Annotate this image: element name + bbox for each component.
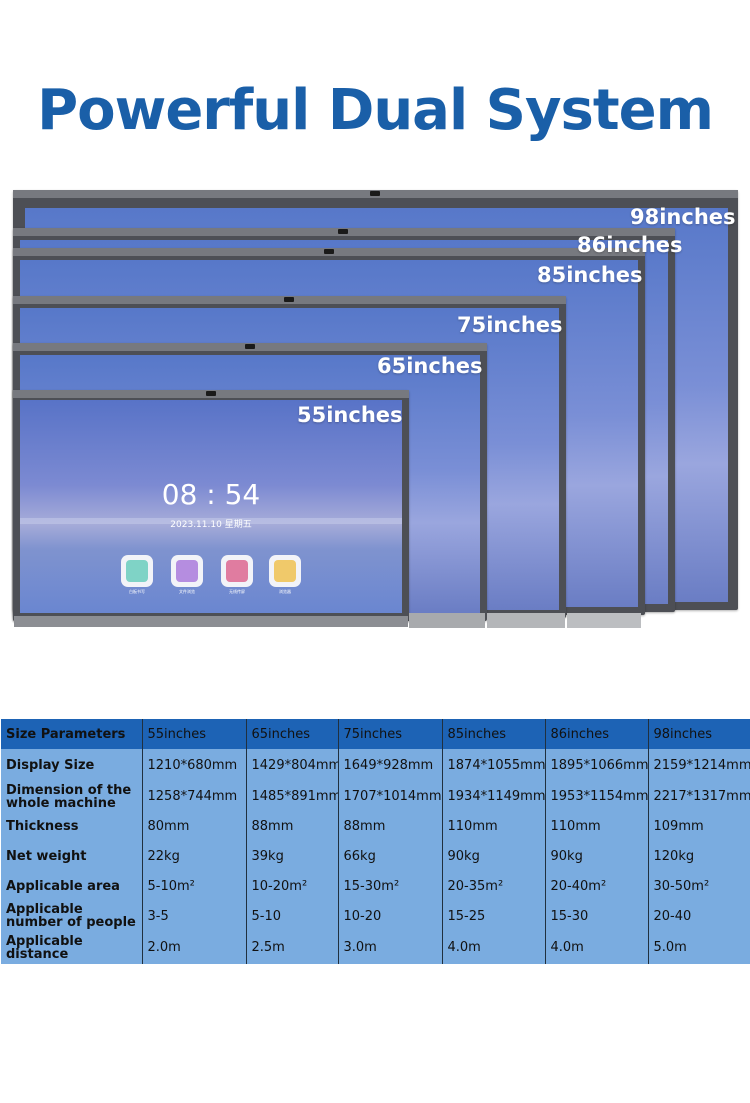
file-browser-app-icon[interactable]: [171, 555, 203, 587]
table-header-row: Size Parameters 55inches 65inches 75inch…: [1, 719, 750, 749]
table-cell: 2.5m: [245, 931, 338, 964]
table-cell: 20-35m²: [441, 871, 545, 901]
app-caption: 文件浏览: [179, 589, 195, 594]
table-cell: 88mm: [245, 811, 338, 841]
row-label: Thickness: [1, 811, 142, 841]
table-cell: 109mm: [647, 811, 750, 841]
column-header: 75inches: [337, 719, 442, 749]
table-row: Dimension of the whole machine 1258*744m…: [1, 782, 750, 811]
column-header: 55inches: [141, 719, 246, 749]
column-header: 85inches: [441, 719, 545, 749]
app-caption: 浏览器: [279, 589, 291, 594]
table-cell: 3.0m: [337, 931, 442, 964]
size-parameters-table: Size Parameters 55inches 65inches 75inch…: [1, 719, 750, 964]
home-screen: 08 : 54 2023.11.10 星期五 白板书写 文件浏览 无线传屏 浏览…: [20, 400, 402, 613]
table-cell: 1258*744mm: [141, 782, 246, 811]
table-header-label: Size Parameters: [1, 719, 142, 749]
table-row: Net weight 22kg 39kg 66kg 90kg 90kg 120k…: [1, 841, 750, 871]
table-cell: 1485*891mm: [245, 782, 338, 811]
table-row: Applicable area 5-10m² 10-20m² 15-30m² 2…: [1, 871, 750, 901]
table-cell: 120kg: [647, 841, 750, 871]
table-row: Thickness 80mm 88mm 88mm 110mm 110mm 109…: [1, 811, 750, 841]
row-label: Applicable distance: [1, 931, 142, 964]
table-cell: 10-20: [337, 901, 442, 931]
clock-display: 08 : 54: [161, 478, 261, 511]
table-cell: 1210*680mm: [141, 749, 246, 782]
row-label: Display Size: [1, 749, 142, 782]
table-cell: 1934*1149mm: [441, 782, 545, 811]
column-header: 86inches: [544, 719, 648, 749]
table-cell: 90kg: [441, 841, 545, 871]
table-cell: 1895*1066mm: [544, 749, 648, 782]
row-label: Net weight: [1, 841, 142, 871]
row-label: Applicable area: [1, 871, 142, 901]
table-cell: 20-40: [647, 901, 750, 931]
table-cell: 80mm: [141, 811, 246, 841]
table-cell: 110mm: [544, 811, 648, 841]
row-label: Dimension of the whole machine: [1, 782, 142, 811]
panel-size-comparison: 08 : 54 2023.11.10 星期五 白板书写 文件浏览 无线传屏 浏览…: [0, 0, 750, 660]
table-cell: 1429*804mm: [245, 749, 338, 782]
wireless-screen-app-icon[interactable]: [221, 555, 253, 587]
table-cell: 1874*1055mm: [441, 749, 545, 782]
date-display: 2023.11.10 星期五: [170, 520, 252, 530]
app-caption: 白板书写: [129, 589, 145, 594]
size-label-55: 55inches: [297, 403, 403, 427]
panel-base: [14, 616, 408, 627]
table-cell: 2217*1317mm: [647, 782, 750, 811]
table-cell: 20-40m²: [544, 871, 648, 901]
table-cell: 15-30m²: [337, 871, 442, 901]
table-row: Applicable number of people 3-5 5-10 10-…: [1, 901, 750, 931]
whiteboard-app-icon[interactable]: [121, 555, 153, 587]
browser-app-icon[interactable]: [269, 555, 301, 587]
size-label-75: 75inches: [457, 313, 563, 337]
table-cell: 30-50m²: [647, 871, 750, 901]
table-cell: 88mm: [337, 811, 442, 841]
table-cell: 2.0m: [141, 931, 246, 964]
table-row: Display Size 1210*680mm 1429*804mm 1649*…: [1, 749, 750, 782]
column-header: 98inches: [647, 719, 750, 749]
table-cell: 2159*1214mm: [647, 749, 750, 782]
column-header: 65inches: [245, 719, 338, 749]
table-cell: 66kg: [337, 841, 442, 871]
table-cell: 5.0m: [647, 931, 750, 964]
table-cell: 1707*1014mm: [337, 782, 442, 811]
table-cell: 1953*1154mm: [544, 782, 648, 811]
table-cell: 39kg: [245, 841, 338, 871]
app-caption: 无线传屏: [229, 589, 245, 594]
table-cell: 110mm: [441, 811, 545, 841]
table-cell: 4.0m: [441, 931, 545, 964]
size-label-85: 85inches: [537, 263, 643, 287]
table-cell: 15-25: [441, 901, 545, 931]
table-cell: 10-20m²: [245, 871, 338, 901]
row-label: Applicable number of people: [1, 901, 142, 931]
table-cell: 15-30: [544, 901, 648, 931]
table-row: Applicable distance 2.0m 2.5m 3.0m 4.0m …: [1, 931, 750, 964]
table-cell: 90kg: [544, 841, 648, 871]
size-label-86: 86inches: [577, 233, 683, 257]
table-cell: 3-5: [141, 901, 246, 931]
table-cell: 5-10m²: [141, 871, 246, 901]
table-cell: 22kg: [141, 841, 246, 871]
size-label-65: 65inches: [377, 354, 483, 378]
table-cell: 4.0m: [544, 931, 648, 964]
table-cell: 5-10: [245, 901, 338, 931]
size-label-98: 98inches: [630, 205, 736, 229]
table-cell: 1649*928mm: [337, 749, 442, 782]
